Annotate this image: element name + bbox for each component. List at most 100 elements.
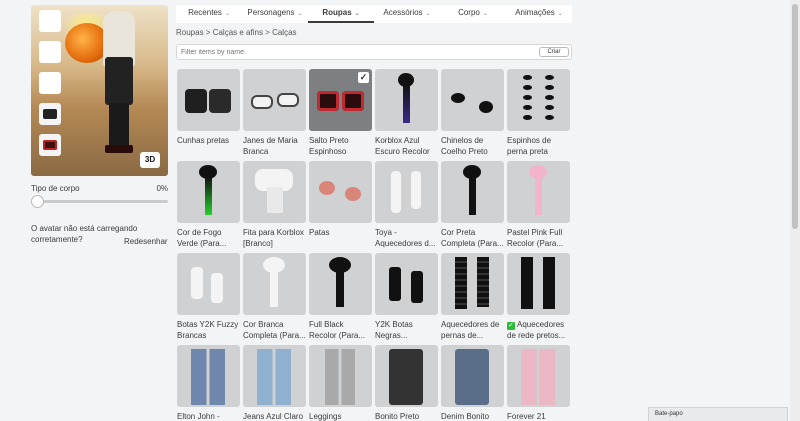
tab-accessories[interactable]: Acessórios ⌄ xyxy=(374,5,440,23)
item-card[interactable]: Pastel Pink Full Recolor (Para... xyxy=(507,161,570,249)
item-card[interactable]: Leggings xyxy=(309,345,372,421)
item-name-text: Espinhos de perna preta xyxy=(507,136,552,156)
item-card[interactable]: Fita para Korblox [Branco] xyxy=(243,161,306,249)
tab-characters[interactable]: Personagens ⌄ xyxy=(242,5,308,23)
redraw-button[interactable]: Redesenhar xyxy=(124,237,168,246)
item-card[interactable]: Cor Preta Completa (Para... xyxy=(441,161,504,249)
leg-bone-icon xyxy=(336,271,344,307)
item-card[interactable]: Elton John - xyxy=(177,345,240,421)
item-thumbnail[interactable] xyxy=(375,253,438,315)
item-card[interactable]: Forever 21 xyxy=(507,345,570,421)
body-type-slider-track[interactable] xyxy=(36,200,168,203)
item-name: Denim Bonito xyxy=(441,411,504,421)
item-thumbnail[interactable] xyxy=(507,253,570,315)
breadcrumb-root[interactable]: Roupas xyxy=(176,28,204,37)
item-name-text: Botas Y2K Fuzzy Brancas xyxy=(177,320,239,340)
item-thumbnail[interactable] xyxy=(441,345,504,407)
item-name-text: Aquecedores de pernas de... xyxy=(441,320,500,340)
tab-clothing[interactable]: Roupas ⌄ xyxy=(308,5,374,23)
item-thumbnail[interactable] xyxy=(177,161,240,223)
create-button[interactable]: Criar xyxy=(539,47,569,57)
item-thumbnail[interactable] xyxy=(309,253,372,315)
item-card[interactable]: Y2K Botas Negras... xyxy=(375,253,438,341)
avatar-preview[interactable]: 3D xyxy=(31,5,168,176)
page-scrollbar[interactable] xyxy=(790,0,800,421)
item-thumbnail[interactable] xyxy=(309,345,372,407)
chevron-down-icon: ⌄ xyxy=(482,11,488,17)
item-thumbnail[interactable] xyxy=(177,345,240,407)
item-thumbnail[interactable] xyxy=(375,345,438,407)
item-name: Cunhas pretas xyxy=(177,135,240,157)
item-thumbnail[interactable] xyxy=(507,161,570,223)
item-name: Korblox Azul Escuro Recolor xyxy=(375,135,438,157)
tab-recent[interactable]: Recentes ⌄ xyxy=(176,5,242,23)
breadcrumb-middle[interactable]: Calças e afins xyxy=(213,28,263,37)
item-name: Cor Branca Completa (Para... xyxy=(243,319,306,341)
wedge-left-icon xyxy=(185,89,207,113)
item-card[interactable]: Denim Bonito xyxy=(441,345,504,421)
equipped-slot-2[interactable] xyxy=(39,41,61,63)
tab-body[interactable]: Corpo ⌄ xyxy=(440,5,506,23)
item-card[interactable]: ✓ Salto Preto Espinhoso xyxy=(309,69,372,157)
equipped-slot-5[interactable] xyxy=(39,134,61,156)
boot-left-icon xyxy=(191,267,203,299)
item-card[interactable]: ✓ Aquecedores de rede pretos... xyxy=(507,253,570,341)
item-card[interactable]: Janes de Maria Branca xyxy=(243,69,306,157)
pants-icon xyxy=(521,349,555,405)
item-thumbnail[interactable] xyxy=(243,253,306,315)
scrollbar-thumb[interactable] xyxy=(792,4,798,229)
equipped-slot-1[interactable] xyxy=(39,10,61,32)
item-name: Jeans Azul Claro xyxy=(243,411,306,421)
item-name: Leggings xyxy=(309,411,372,421)
item-thumbnail[interactable] xyxy=(441,69,504,131)
item-thumbnail[interactable]: ✓ xyxy=(309,69,372,131)
item-thumbnail[interactable] xyxy=(243,69,306,131)
item-card[interactable]: Toya - Aquecedores d... xyxy=(375,161,438,249)
item-card[interactable]: Cor Branca Completa (Para... xyxy=(243,253,306,341)
item-thumbnail[interactable] xyxy=(309,161,372,223)
item-card[interactable]: Full Black Recolor (Para... xyxy=(309,253,372,341)
equipped-slot-3[interactable] xyxy=(39,72,61,94)
spike-icon xyxy=(523,115,532,120)
item-name: Aquecedores de pernas de... xyxy=(441,319,504,341)
spike-icon xyxy=(545,115,554,120)
slippers-icon xyxy=(43,109,57,119)
body-type-slider-thumb[interactable] xyxy=(31,195,44,208)
item-thumbnail[interactable] xyxy=(177,69,240,131)
item-card[interactable]: Cunhas pretas xyxy=(177,69,240,157)
item-name-text: Leggings xyxy=(309,412,342,421)
item-thumbnail[interactable] xyxy=(507,345,570,407)
item-card[interactable]: Patas xyxy=(309,161,372,249)
item-card[interactable]: Cor de Fogo Verde (Para... xyxy=(177,161,240,249)
item-thumbnail[interactable] xyxy=(243,161,306,223)
item-thumbnail[interactable] xyxy=(375,69,438,131)
toggle-3d-button[interactable]: 3D xyxy=(140,152,160,168)
stocking-left-icon xyxy=(521,257,533,309)
item-thumbnail[interactable] xyxy=(375,161,438,223)
item-thumbnail[interactable] xyxy=(177,253,240,315)
tab-label: Acessórios xyxy=(383,8,423,17)
search-input[interactable] xyxy=(181,47,521,58)
item-name-text: Y2K Botas Negras... xyxy=(375,320,413,340)
equipped-slot-4[interactable] xyxy=(39,103,61,125)
tab-animations[interactable]: Animações ⌄ xyxy=(506,5,572,23)
breadcrumb: Roupas > Calças e afins > Calças xyxy=(176,28,297,37)
item-card[interactable]: Korblox Azul Escuro Recolor xyxy=(375,69,438,157)
item-card[interactable]: Jeans Azul Claro xyxy=(243,345,306,421)
heel-right-icon xyxy=(342,91,364,111)
item-card[interactable]: Aquecedores de pernas de... xyxy=(441,253,504,341)
item-card[interactable]: Botas Y2K Fuzzy Brancas xyxy=(177,253,240,341)
item-name-text: Pastel Pink Full Recolor (Para... xyxy=(507,228,564,248)
item-thumbnail[interactable] xyxy=(441,253,504,315)
item-thumbnail[interactable] xyxy=(507,69,570,131)
item-card[interactable]: Espinhos de perna preta xyxy=(507,69,570,157)
item-card[interactable]: Bonito Preto xyxy=(375,345,438,421)
item-thumbnail[interactable] xyxy=(441,161,504,223)
chat-bar[interactable]: Bate-papo xyxy=(648,407,788,421)
body-type-value: 0% xyxy=(156,184,168,193)
item-card[interactable]: Chinelos de Coelho Preto xyxy=(441,69,504,157)
item-name: Chinelos de Coelho Preto xyxy=(441,135,504,157)
avatar-torso xyxy=(105,57,133,105)
item-thumbnail[interactable] xyxy=(243,345,306,407)
body-type-row: Tipo de corpo 0% xyxy=(31,184,168,193)
